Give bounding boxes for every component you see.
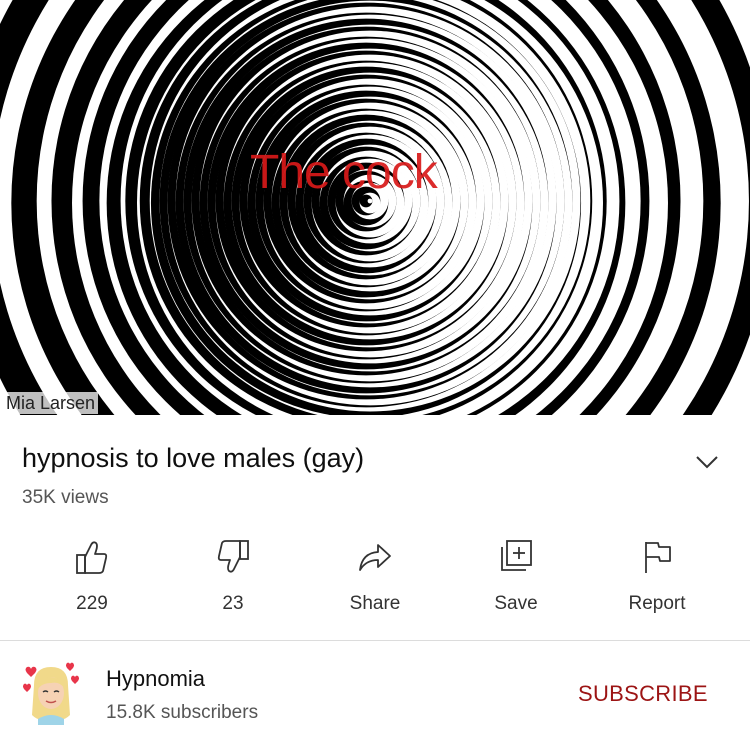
chevron-down-icon[interactable] <box>692 447 722 477</box>
like-count: 229 <box>76 593 108 614</box>
view-count: 35K views <box>22 487 109 508</box>
video-player[interactable]: The cock Mia Larsen <box>0 0 750 415</box>
action-bar: 229 23 Share Save Report <box>0 535 750 625</box>
thumbs-down-icon <box>216 539 250 575</box>
share-button[interactable]: Share <box>320 535 430 625</box>
save-button[interactable]: Save <box>461 535 571 625</box>
subscribe-button[interactable]: SUBSCRIBE <box>578 681 708 707</box>
dislike-button[interactable]: 23 <box>178 535 288 625</box>
channel-row: Hypnomia 15.8K subscribers SUBSCRIBE <box>0 641 750 751</box>
share-label: Share <box>349 593 401 614</box>
flag-icon <box>640 539 674 575</box>
report-label: Report <box>628 593 686 614</box>
like-button[interactable]: 229 <box>37 535 147 625</box>
dislike-count: 23 <box>222 593 244 614</box>
share-icon <box>358 539 392 575</box>
channel-name[interactable]: Hypnomia <box>106 666 205 692</box>
report-button[interactable]: Report <box>602 535 712 625</box>
save-label: Save <box>494 593 538 614</box>
video-title[interactable]: hypnosis to love males (gay) <box>22 443 364 474</box>
channel-avatar[interactable] <box>18 659 84 725</box>
hypnotic-spiral-image <box>0 0 750 415</box>
subscriber-count: 15.8K subscribers <box>106 702 259 723</box>
video-overlay-caption: The cock <box>250 146 438 199</box>
thumbs-up-icon <box>75 539 109 575</box>
video-info: hypnosis to love males (gay) 35K views 2… <box>0 415 750 640</box>
save-playlist-icon <box>499 539 533 575</box>
video-watermark: Mia Larsen <box>3 392 99 414</box>
